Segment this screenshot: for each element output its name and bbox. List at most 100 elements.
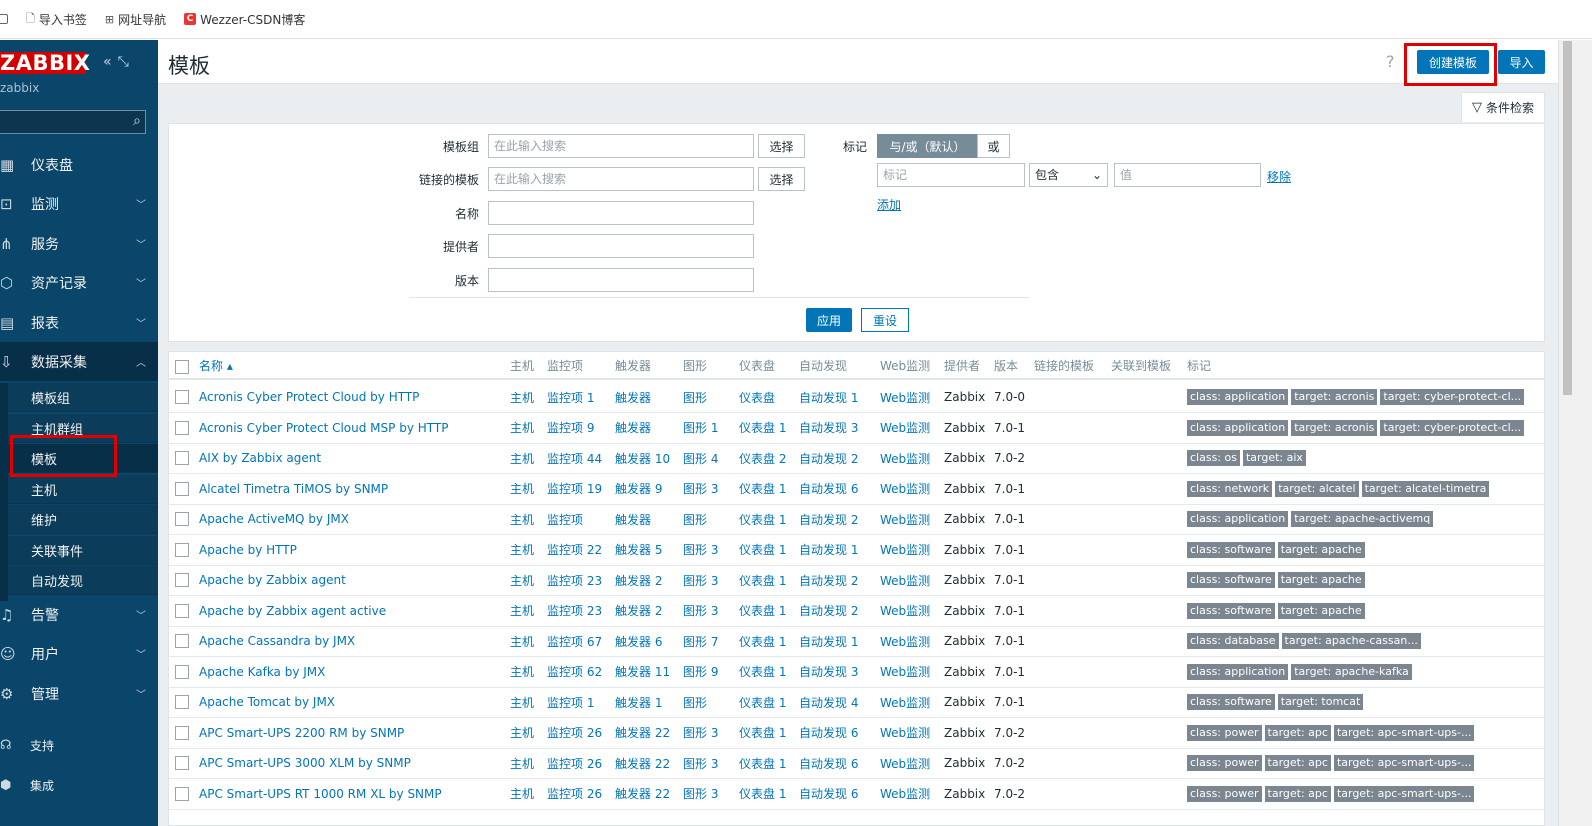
cell-graph[interactable]: 图形 3 — [683, 748, 718, 778]
cell-graph[interactable]: 图形 3 — [683, 718, 718, 748]
cell-web[interactable]: Web监测 — [880, 626, 930, 656]
remove-tag-link[interactable]: 移除 — [1267, 168, 1291, 185]
tab-icon[interactable] — [0, 14, 8, 24]
cell-graph[interactable]: 图形 3 — [683, 565, 718, 595]
submenu-item[interactable]: 关联事件 — [8, 536, 158, 565]
nav-report[interactable]: ▤ 报表 ﹀ — [0, 303, 158, 342]
cell-host[interactable]: 主机 — [510, 748, 534, 778]
tag-value-input[interactable]: 值 — [1114, 163, 1261, 187]
nav-cube[interactable]: ⬡ 资产记录 ﹀ — [0, 263, 158, 302]
cell-items[interactable]: 监控项 19 — [547, 474, 602, 504]
tag-badge[interactable]: class: software — [1187, 694, 1275, 710]
nav-user[interactable]: ☺ 用户 ﹀ — [0, 634, 158, 673]
nav-monitor[interactable]: ⊡ 监测 ﹀ — [0, 184, 158, 223]
tag-badge[interactable]: target: cyber-protect-cl... — [1380, 419, 1525, 436]
cell-host[interactable]: 主机 — [510, 626, 534, 656]
row-checkbox[interactable] — [175, 756, 189, 770]
cell-items[interactable]: 监控项 26 — [547, 748, 602, 778]
submenu-item[interactable]: 自动发现 — [8, 566, 158, 595]
zabbix-logo[interactable]: ZABBIX — [0, 52, 90, 74]
select-linked-button[interactable]: 选择 — [758, 167, 805, 191]
cell-name[interactable]: Apache by HTTP — [199, 535, 297, 565]
cell-web[interactable]: Web监测 — [880, 474, 930, 504]
cell-host[interactable]: 主机 — [510, 718, 534, 748]
bookmark-import[interactable]: 🗋 导入书签 — [26, 10, 87, 29]
tag-badge[interactable]: target: apc-smart-ups-... — [1333, 755, 1475, 771]
row-checkbox[interactable] — [175, 695, 189, 709]
cell-name[interactable]: APC Smart-UPS RT 1000 RM XL by SNMP — [199, 779, 442, 809]
cell-disc[interactable]: 自动发现 3 — [799, 413, 858, 443]
tag-badge[interactable]: class: network — [1187, 480, 1273, 497]
tag-badge[interactable]: class: power — [1187, 785, 1262, 802]
cell-disc[interactable]: 自动发现 6 — [799, 474, 858, 504]
add-tag-link[interactable]: 添加 — [877, 196, 901, 213]
submenu-item[interactable]: 维护 — [8, 505, 158, 534]
cell-web[interactable]: Web监测 — [880, 382, 930, 412]
cell-name[interactable]: APC Smart-UPS 2200 RM by SNMP — [199, 718, 404, 748]
cell-host[interactable]: 主机 — [510, 779, 534, 809]
cell-dash[interactable]: 仪表盘 1 — [739, 565, 786, 595]
tag-badge[interactable]: target: apc-smart-ups-... — [1333, 724, 1475, 741]
cell-host[interactable]: 主机 — [510, 443, 534, 473]
cell-trig[interactable]: 触发器 22 — [615, 779, 670, 809]
cell-name[interactable]: Apache Tomcat by JMX — [199, 687, 335, 717]
collapse-icon[interactable]: « — [103, 54, 118, 70]
linked-templates-input[interactable]: 在此输入搜索 — [488, 167, 754, 191]
cell-graph[interactable]: 图形 — [683, 687, 707, 717]
cell-trig[interactable]: 触发器 5 — [615, 535, 662, 565]
cell-trig[interactable]: 触发器 1 — [615, 687, 662, 717]
apply-button[interactable]: 应用 — [806, 308, 852, 332]
tag-badge[interactable]: target: apc — [1264, 785, 1331, 802]
cell-items[interactable]: 监控项 26 — [547, 779, 602, 809]
cell-name[interactable]: APC Smart-UPS 3000 XLM by SNMP — [199, 748, 411, 778]
cell-trig[interactable]: 触发器 9 — [615, 474, 662, 504]
cell-trig[interactable]: 触发器 — [615, 413, 651, 443]
cell-host[interactable]: 主机 — [510, 657, 534, 687]
tag-badge[interactable]: class: database — [1187, 633, 1279, 649]
cell-items[interactable]: 监控项 1 — [547, 687, 594, 717]
submenu-item[interactable]: 主机 — [8, 475, 158, 504]
cell-web[interactable]: Web监测 — [880, 504, 930, 534]
cell-disc[interactable]: 自动发现 2 — [799, 596, 858, 626]
cell-items[interactable]: 监控项 1 — [547, 382, 594, 412]
cell-host[interactable]: 主机 — [510, 504, 534, 534]
cell-disc[interactable]: 自动发现 3 — [799, 657, 858, 687]
cell-disc[interactable]: 自动发现 6 — [799, 779, 858, 809]
cell-items[interactable]: 监控项 22 — [547, 535, 602, 565]
cell-host[interactable]: 主机 — [510, 596, 534, 626]
version-input[interactable] — [488, 268, 754, 292]
tag-badge[interactable]: target: alcatel-timetra — [1361, 480, 1490, 497]
cell-trig[interactable]: 触发器 2 — [615, 565, 662, 595]
search-icon[interactable]: ⌕ — [133, 113, 141, 129]
column-header[interactable]: 名称 ▴ — [199, 352, 233, 378]
tag-badge[interactable]: class: software — [1187, 572, 1275, 588]
name-input[interactable] — [488, 201, 754, 225]
reset-button[interactable]: 重设 — [861, 308, 909, 332]
cell-host[interactable]: 主机 — [510, 687, 534, 717]
tag-badge[interactable]: target: apc-smart-ups-... — [1333, 785, 1475, 802]
cell-graph[interactable]: 图形 — [683, 504, 707, 534]
row-checkbox[interactable] — [175, 390, 189, 404]
bookmark-nav[interactable]: ⊞ 网址导航 — [105, 11, 166, 28]
tag-badge[interactable]: target: apache — [1277, 541, 1365, 558]
tag-badge[interactable]: target: apache-kafka — [1291, 663, 1412, 680]
cell-disc[interactable]: 自动发现 1 — [799, 382, 858, 412]
cell-trig[interactable]: 触发器 11 — [615, 657, 670, 687]
cell-dash[interactable]: 仪表盘 1 — [739, 779, 786, 809]
page-scrollbar[interactable] — [1558, 40, 1592, 826]
tag-badge[interactable]: target: apc — [1264, 724, 1331, 741]
and-or-toggle[interactable]: 与/或（默认） — [877, 134, 978, 158]
help-icon[interactable]: ? — [1386, 52, 1395, 71]
tag-badge[interactable]: class: power — [1187, 755, 1262, 771]
cell-name[interactable]: AIX by Zabbix agent — [199, 443, 321, 473]
cell-dash[interactable]: 仪表盘 1 — [739, 474, 786, 504]
or-toggle[interactable]: 或 — [977, 134, 1010, 158]
row-checkbox[interactable] — [175, 725, 189, 740]
kiosk-icon[interactable]: ⤡ — [118, 54, 135, 70]
tag-badge[interactable]: class: application — [1187, 663, 1289, 680]
tag-badge[interactable]: target: tomcat — [1277, 694, 1364, 710]
row-checkbox[interactable] — [175, 664, 189, 679]
cell-graph[interactable]: 图形 3 — [683, 474, 718, 504]
cell-trig[interactable]: 触发器 2 — [615, 596, 662, 626]
cell-host[interactable]: 主机 — [510, 565, 534, 595]
